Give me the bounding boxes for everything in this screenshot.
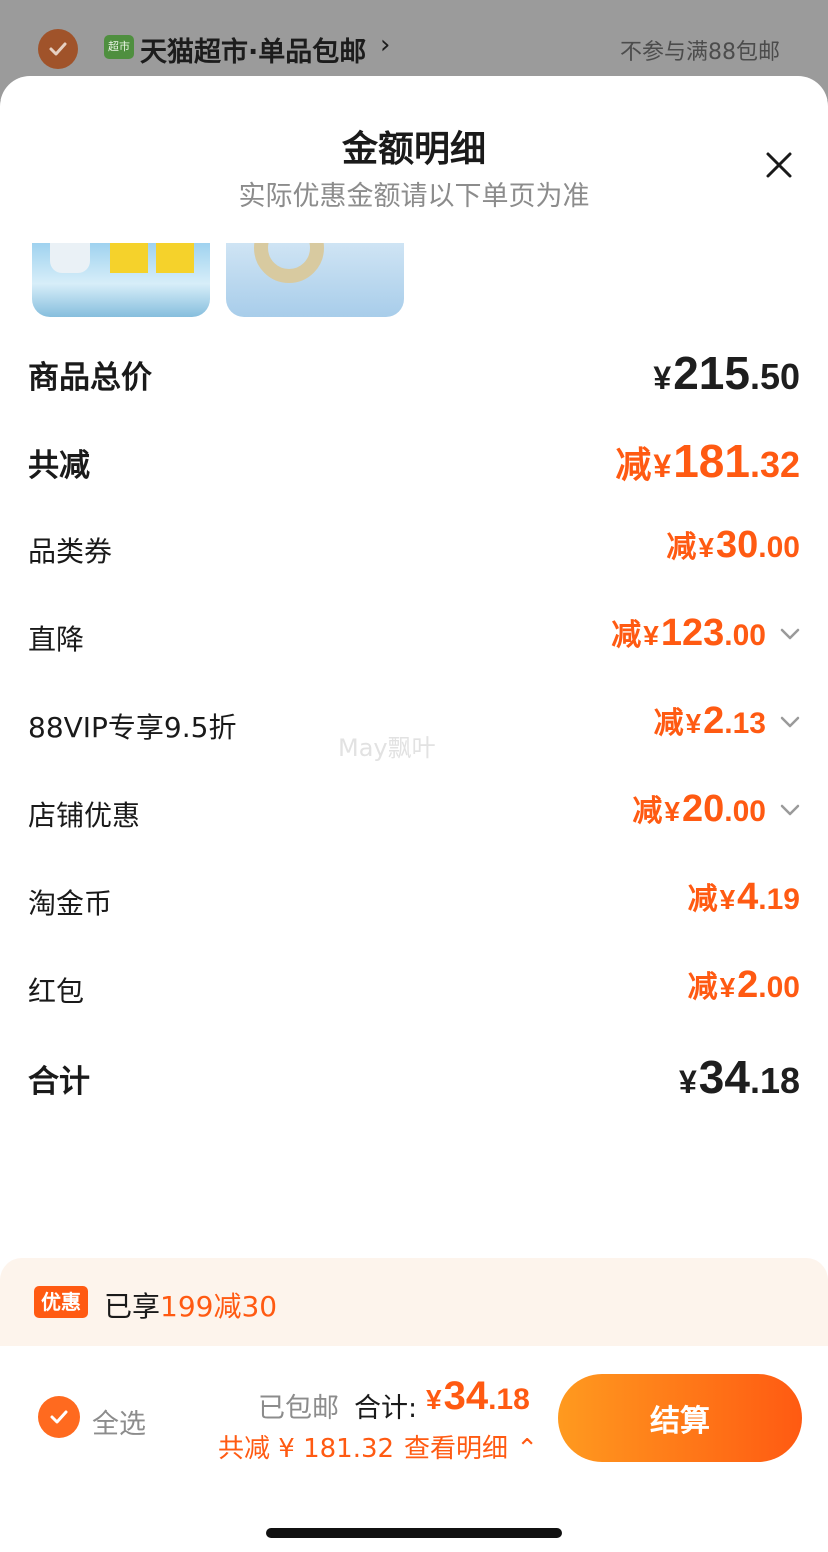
row-label: 淘金币 [28,887,113,920]
amount-prefix: 减 [687,883,718,916]
promo-text: 已享199减30 [104,1285,277,1325]
amount-yen: ¥ [643,620,659,651]
amount-dec: .13 [724,707,766,740]
row-amount: 减 ¥4.19 [688,874,800,919]
home-indicator[interactable] [266,1528,562,1538]
amount-int: 30 [716,524,759,566]
amount-yen: ¥ [678,1064,697,1100]
row-amount: 减 ¥30.00 [666,522,800,567]
amount-row[interactable]: 店铺优惠 减 ¥20.00 [0,782,828,842]
shop-name[interactable]: 天猫超市·单品包邮 [140,30,366,69]
amount-int: 181 [673,435,750,487]
promo-tag: 优惠 [34,1286,88,1318]
product-thumbnail[interactable] [32,243,210,317]
row-label: 合计 [28,1064,90,1100]
row-label: 直降 [28,623,85,656]
amount-dec: .00 [758,531,800,564]
amount-dec: .19 [758,883,800,916]
supermarket-badge: 超市 [104,35,134,59]
row-label: 88VIP专享9.5折 [28,711,237,744]
row-amount: ¥215.50 [651,346,800,400]
amount-prefix: 减 [687,971,718,1004]
amount-yen: ¥ [698,532,714,563]
amount-prefix: 减 [632,795,663,828]
amount-int: 20 [682,788,725,830]
select-all-label[interactable]: 全选 [92,1402,146,1441]
sheet-subtitle: 实际优惠金额请以下单页为准 [238,181,590,212]
chevron-down-icon[interactable] [778,798,802,822]
amount-row: 合计 ¥34.18 [0,1046,828,1106]
amount-dec: .50 [749,356,800,397]
sheet-title: 金额明细 [341,129,486,170]
promo-prefix: 已享 [104,1290,161,1323]
amount-row[interactable]: 直降 减 ¥123.00 [0,606,828,666]
row-amount: ¥34.18 [677,1050,800,1104]
amount-dec: .00 [724,619,766,652]
amount-detail-sheet: 金额明细 实际优惠金额请以下单页为准 商品总价 ¥215.50 共减减 ¥181.32… [0,76,828,1552]
total-integer: 34 [443,1374,489,1418]
amount-row: 淘金币 减 ¥4.19 [0,870,828,930]
view-detail-link[interactable]: 查看明细 ⌃ [404,1428,538,1465]
amount-prefix: 减 [666,531,697,564]
amount-row: 商品总价 ¥215.50 [0,342,828,402]
select-all-check-icon[interactable] [38,1396,80,1438]
row-amount: 减 ¥2.13 [654,698,766,743]
total-label: 合计: [354,1393,418,1424]
chevron-right-icon[interactable]: › [380,30,390,60]
row-label: 商品总价 [28,360,152,396]
total-amount: ¥ 34 .18 [426,1374,530,1419]
amount-int: 4 [737,876,759,918]
amount-int: 34 [698,1051,750,1103]
amount-prefix: 减 [615,444,652,485]
row-amount: 减 ¥181.32 [615,434,800,488]
amount-row: 品类券 减 ¥30.00 [0,518,828,578]
checkout-bar: 全选 已包邮 合计: ¥ 34 .18 共减 ¥ 181.32 查看明细 ⌃ 结… [0,1346,828,1552]
shipping-note: 不参与满88包邮 [620,40,780,65]
close-icon[interactable] [756,142,802,188]
amount-row: 共减 减 ¥181.32 [0,430,828,490]
product-thumbnail[interactable] [226,243,404,317]
saved-amount: 共减 ¥ 181.32 [218,1434,395,1464]
shop-check-icon[interactable] [38,29,78,69]
watermark: May飘叶 [338,734,436,762]
total-decimal: .18 [488,1383,530,1416]
shipping-status: 已包邮 [258,1393,339,1424]
amount-dec: .32 [749,444,800,485]
amount-yen: ¥ [664,796,680,827]
chevron-down-icon[interactable] [778,622,802,646]
amount-yen: ¥ [719,972,736,1003]
amount-int: 215 [673,347,750,399]
row-amount: 减 ¥123.00 [611,610,766,655]
row-label: 店铺优惠 [28,799,141,832]
amount-prefix: 减 [611,619,642,652]
row-amount: 减 ¥20.00 [632,786,766,831]
amount-row: 红包 减 ¥2.00 [0,958,828,1018]
amount-int: 123 [660,612,725,654]
promo-bar: 优惠 已享199减30 [0,1258,828,1346]
amount-dec: .18 [749,1060,800,1101]
checkout-button[interactable]: 结算 [558,1374,802,1462]
row-label: 品类券 [28,535,113,568]
amount-yen: ¥ [653,448,672,484]
row-label: 红包 [28,975,85,1008]
amount-dec: .00 [758,971,800,1004]
chevron-down-icon[interactable] [778,710,802,734]
amount-dec: .00 [724,795,766,828]
amount-int: 2 [737,964,759,1006]
row-amount: 减 ¥2.00 [688,962,800,1007]
amount-yen: ¥ [719,884,736,915]
row-label: 共减 [28,448,90,484]
promo-highlight: 199减30 [160,1290,278,1323]
amount-prefix: 减 [653,707,684,740]
amount-yen: ¥ [653,360,672,396]
amount-int: 2 [703,700,725,742]
amount-yen: ¥ [685,708,702,739]
currency-symbol: ¥ [426,1384,442,1415]
